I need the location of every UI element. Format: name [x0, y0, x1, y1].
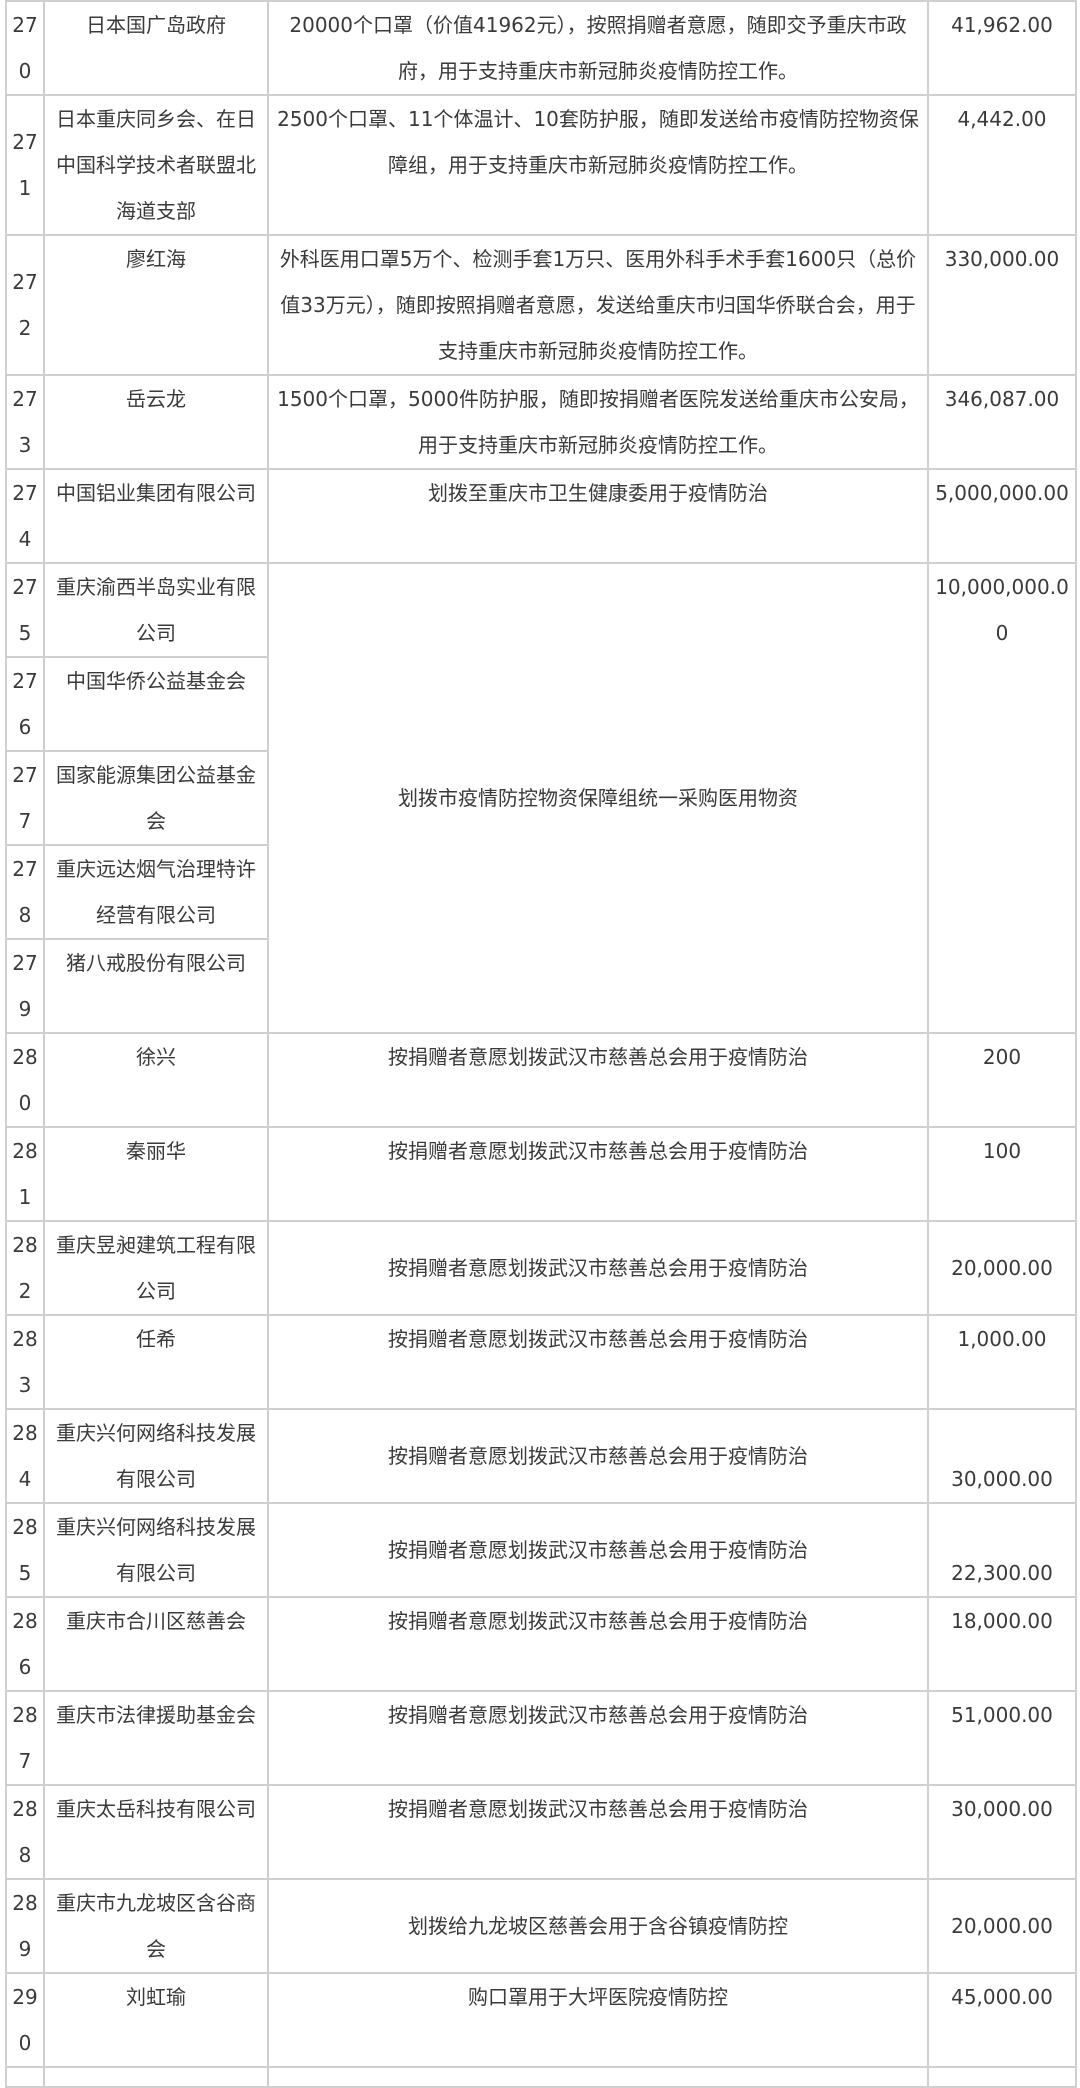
donor-name: 日本国广岛政府: [43, 0, 269, 96]
donation-amount: 51,000.00: [927, 1690, 1077, 1786]
table-row: 284 重庆兴何网络科技发展有限公司 按捐赠者意愿划拨武汉市慈善总会用于疫情防治…: [5, 1408, 1077, 1504]
donor-name: 重庆市九龙坡区含谷商会: [43, 1878, 269, 1974]
donation-amount: 100: [927, 1126, 1077, 1222]
donor-name: 任希: [43, 1314, 269, 1410]
row-number: [5, 2066, 45, 2088]
donation-amount: 22,300.00: [927, 1502, 1077, 1598]
donation-amount: 330,000.00: [927, 234, 1077, 376]
table-row: 285 重庆兴何网络科技发展有限公司 按捐赠者意愿划拨武汉市慈善总会用于疫情防治…: [5, 1502, 1077, 1598]
donation-amount: 45,000.00: [927, 1972, 1077, 2068]
donation-use: 外科医用口罩5万个、检测手套1万只、医用外科手术手套1600只（总价值33万元）…: [267, 234, 929, 376]
row-number: 289: [5, 1878, 45, 1974]
table-row: 286 重庆市合川区慈善会 按捐赠者意愿划拨武汉市慈善总会用于疫情防治 18,0…: [5, 1596, 1077, 1692]
row-number: 275: [5, 562, 45, 658]
row-number: 274: [5, 468, 45, 564]
row-number: 286: [5, 1596, 45, 1692]
table-row: 272 廖红海 外科医用口罩5万个、检测手套1万只、医用外科手术手套1600只（…: [5, 234, 1077, 376]
donation-use: [267, 2066, 929, 2088]
table-row: 280 徐兴 按捐赠者意愿划拨武汉市慈善总会用于疫情防治 200: [5, 1032, 1077, 1128]
table-row: 289 重庆市九龙坡区含谷商会 划拨给九龙坡区慈善会用于含谷镇疫情防控 20,0…: [5, 1878, 1077, 1974]
table-row: 290 刘虹瑜 购口罩用于大坪医院疫情防控 45,000.00: [5, 1972, 1077, 2068]
donation-amount: 41,962.00: [927, 0, 1077, 96]
donation-use: 1500个口罩，5000件防护服，随即按捐赠者医院发送给重庆市公安局，用于支持重…: [267, 374, 929, 470]
donor-name: 徐兴: [43, 1032, 269, 1128]
donor-name: 重庆市合川区慈善会: [43, 1596, 269, 1692]
donation-use: 按捐赠者意愿划拨武汉市慈善总会用于疫情防治: [267, 1314, 929, 1410]
donation-amount: [927, 2066, 1077, 2088]
table-row: 281 秦丽华 按捐赠者意愿划拨武汉市慈善总会用于疫情防治 100: [5, 1126, 1077, 1222]
donation-amount: 4,442.00: [927, 94, 1077, 236]
donation-amount: 18,000.00: [927, 1596, 1077, 1692]
row-number: 273: [5, 374, 45, 470]
donation-amount: 346,087.00: [927, 374, 1077, 470]
donation-use: 划拨给九龙坡区慈善会用于含谷镇疫情防控: [267, 1878, 929, 1974]
row-number: 284: [5, 1408, 45, 1504]
donor-name: 廖红海: [43, 234, 269, 376]
table-row: [5, 2066, 1077, 2088]
donation-amount: 5,000,000.00: [927, 468, 1077, 564]
row-number: 271: [5, 94, 45, 236]
donation-amount: 1,000.00: [927, 1314, 1077, 1410]
row-number: 288: [5, 1784, 45, 1880]
donor-name: 重庆兴何网络科技发展有限公司: [43, 1502, 269, 1598]
donation-use: 按捐赠者意愿划拨武汉市慈善总会用于疫情防治: [267, 1408, 929, 1504]
table-row: 275 重庆渝西半岛实业有限公司 划拨市疫情防控物资保障组统一采购医用物资 10…: [5, 562, 1077, 1034]
row-number: 285: [5, 1502, 45, 1598]
row-number: 279: [5, 938, 45, 1034]
table-row: 271 日本重庆同乡会、在日中国科学技术者联盟北海道支部 2500个口罩、11个…: [5, 94, 1077, 236]
table-row: 283 任希 按捐赠者意愿划拨武汉市慈善总会用于疫情防治 1,000.00: [5, 1314, 1077, 1410]
donation-use: 购口罩用于大坪医院疫情防控: [267, 1972, 929, 2068]
donation-amount: 20,000.00: [927, 1220, 1077, 1316]
donor-name: 重庆兴何网络科技发展有限公司: [43, 1408, 269, 1504]
table-row: 273 岳云龙 1500个口罩，5000件防护服，随即按捐赠者医院发送给重庆市公…: [5, 374, 1077, 470]
donor-name: 中国铝业集团有限公司: [43, 468, 269, 564]
donor-name: 国家能源集团公益基金会: [43, 750, 269, 846]
donation-use: 按捐赠者意愿划拨武汉市慈善总会用于疫情防治: [267, 1690, 929, 1786]
donor-name: 刘虹瑜: [43, 1972, 269, 2068]
table-row: 288 重庆太岳科技有限公司 按捐赠者意愿划拨武汉市慈善总会用于疫情防治 30,…: [5, 1784, 1077, 1880]
donation-amount: 20,000.00: [927, 1878, 1077, 1974]
donor-name: 猪八戒股份有限公司: [43, 938, 269, 1034]
donation-amount: 30,000.00: [927, 1408, 1077, 1504]
row-number: 283: [5, 1314, 45, 1410]
row-number: 272: [5, 234, 45, 376]
donation-table: 270 日本国广岛政府 20000个口罩（价值41962元），按照捐赠者意愿，随…: [5, 0, 1077, 2088]
table-row: 287 重庆市法律援助基金会 按捐赠者意愿划拨武汉市慈善总会用于疫情防治 51,…: [5, 1690, 1077, 1786]
donation-amount: 10,000,000.00: [927, 562, 1077, 1034]
donor-name: 秦丽华: [43, 1126, 269, 1222]
donation-use: 20000个口罩（价值41962元），按照捐赠者意愿，随即交予重庆市政府，用于支…: [267, 0, 929, 96]
donor-name: 岳云龙: [43, 374, 269, 470]
row-number: 278: [5, 844, 45, 940]
donation-use: 按捐赠者意愿划拨武汉市慈善总会用于疫情防治: [267, 1220, 929, 1316]
donor-name: 重庆市法律援助基金会: [43, 1690, 269, 1786]
donation-use: 2500个口罩、11个体温计、10套防护服，随即发送给市疫情防控物资保障组，用于…: [267, 94, 929, 236]
row-number: 290: [5, 1972, 45, 2068]
donation-use: 按捐赠者意愿划拨武汉市慈善总会用于疫情防治: [267, 1126, 929, 1222]
row-number: 282: [5, 1220, 45, 1316]
donation-use: 划拨至重庆市卫生健康委用于疫情防治: [267, 468, 929, 564]
donation-use: 按捐赠者意愿划拨武汉市慈善总会用于疫情防治: [267, 1596, 929, 1692]
donor-name: 日本重庆同乡会、在日中国科学技术者联盟北海道支部: [43, 94, 269, 236]
donation-amount: 30,000.00: [927, 1784, 1077, 1880]
table-row: 274 中国铝业集团有限公司 划拨至重庆市卫生健康委用于疫情防治 5,000,0…: [5, 468, 1077, 564]
row-number: 280: [5, 1032, 45, 1128]
table-row: 270 日本国广岛政府 20000个口罩（价值41962元），按照捐赠者意愿，随…: [5, 0, 1077, 96]
row-number: 281: [5, 1126, 45, 1222]
donation-use: 划拨市疫情防控物资保障组统一采购医用物资: [267, 562, 929, 1034]
row-number: 287: [5, 1690, 45, 1786]
donation-use: 按捐赠者意愿划拨武汉市慈善总会用于疫情防治: [267, 1032, 929, 1128]
donation-amount: 200: [927, 1032, 1077, 1128]
row-number: 270: [5, 0, 45, 96]
donor-name: 重庆太岳科技有限公司: [43, 1784, 269, 1880]
row-number: 276: [5, 656, 45, 752]
row-number: 277: [5, 750, 45, 846]
donation-use: 按捐赠者意愿划拨武汉市慈善总会用于疫情防治: [267, 1784, 929, 1880]
table-row: 282 重庆昱昶建筑工程有限公司 按捐赠者意愿划拨武汉市慈善总会用于疫情防治 2…: [5, 1220, 1077, 1316]
donor-name: 中国华侨公益基金会: [43, 656, 269, 752]
donor-name: 重庆昱昶建筑工程有限公司: [43, 1220, 269, 1316]
donor-name: 重庆渝西半岛实业有限公司: [43, 562, 269, 658]
donor-name: [43, 2066, 269, 2088]
donation-use: 按捐赠者意愿划拨武汉市慈善总会用于疫情防治: [267, 1502, 929, 1598]
donor-name: 重庆远达烟气治理特许经营有限公司: [43, 844, 269, 940]
